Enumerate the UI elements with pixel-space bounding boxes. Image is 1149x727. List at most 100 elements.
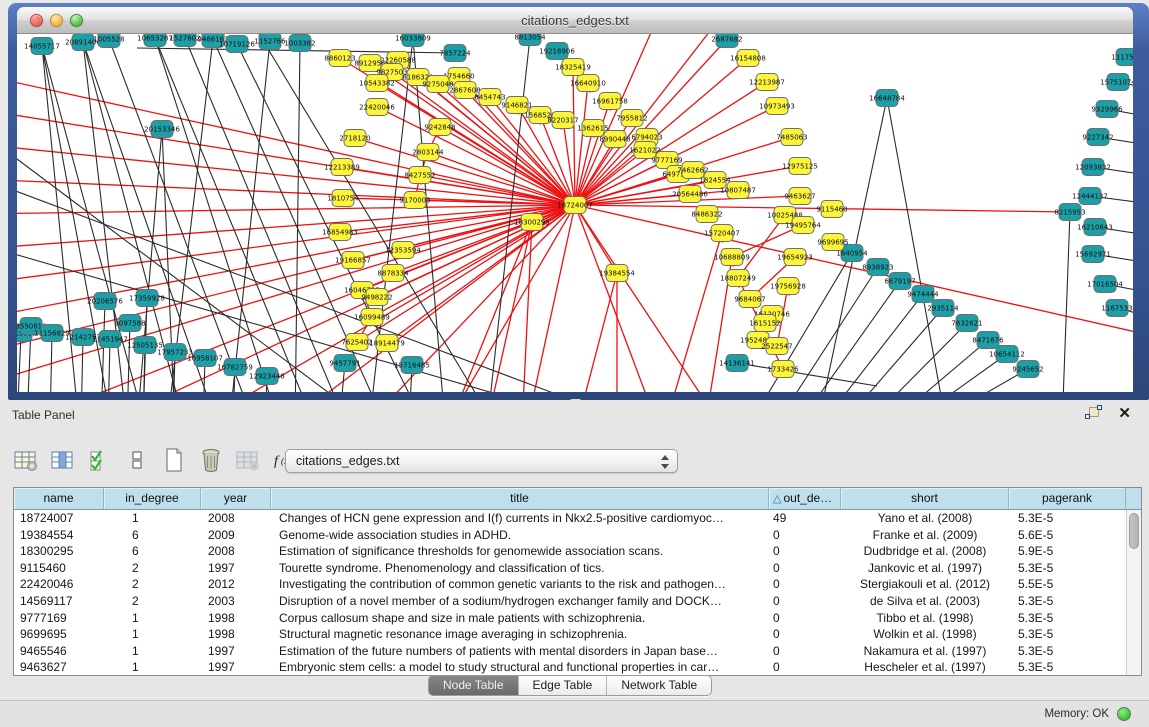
column-header-short[interactable]: short bbox=[841, 488, 1009, 509]
column-header-in_degree[interactable]: in_degree bbox=[104, 488, 201, 509]
network-canvas[interactable]: 1872400718300295140557172089140610055281… bbox=[17, 34, 1133, 392]
graph-node[interactable]: 9170003 bbox=[399, 192, 430, 209]
table-row[interactable]: 946554611997Estimation of the future num… bbox=[14, 643, 1141, 660]
graph-node[interactable]: 16210643 bbox=[1077, 219, 1113, 236]
graph-edge[interactable] bbox=[522, 222, 532, 392]
column-header-year[interactable]: year bbox=[201, 488, 271, 509]
table-selector-dropdown[interactable]: citations_edges.txt bbox=[285, 449, 678, 473]
column-header-pagerank[interactable]: pagerank bbox=[1009, 488, 1126, 509]
graph-node[interactable]: 14136141 bbox=[719, 355, 755, 372]
table-row[interactable]: 1938455462009Genome-wide association stu… bbox=[14, 527, 1141, 544]
graph-node[interactable]: 15751074 bbox=[1100, 74, 1133, 91]
delete-column-icon[interactable] bbox=[197, 446, 225, 474]
graph-node[interactable]: 8813054 bbox=[514, 34, 546, 46]
table-row[interactable]: 1830029562008Estimation of significance … bbox=[14, 543, 1141, 560]
graph-node[interactable]: 2935114 bbox=[927, 300, 959, 317]
graph-node[interactable]: 7632621 bbox=[951, 315, 982, 332]
table-row[interactable]: 2242004622012Investigating the contribut… bbox=[14, 576, 1141, 593]
graph-node[interactable]: 10653287 bbox=[137, 34, 173, 47]
graph-edge[interactable] bbox=[167, 39, 213, 392]
graph-node[interactable]: 15720407 bbox=[704, 225, 740, 242]
graph-node[interactable]: 9684067 bbox=[734, 291, 765, 308]
graph-node[interactable]: 16033809 bbox=[395, 34, 431, 47]
graph-node[interactable]: 16099489 bbox=[354, 309, 390, 326]
table-mode-icon[interactable] bbox=[12, 446, 40, 474]
graph-node[interactable]: 14055717 bbox=[24, 38, 60, 55]
graph-edge[interactable] bbox=[1062, 212, 1070, 392]
graph-edge[interactable] bbox=[527, 205, 575, 392]
graph-node[interactable]: 2522547 bbox=[761, 338, 792, 355]
graph-edge[interactable] bbox=[575, 205, 717, 392]
graph-node[interactable]: 19384554 bbox=[599, 265, 635, 282]
graph-node[interactable]: 12213389 bbox=[324, 159, 360, 176]
column-header-out_de[interactable]: △out_de… bbox=[769, 488, 841, 509]
graph-node[interactable]: 8938923 bbox=[862, 259, 893, 276]
graph-edge[interactable] bbox=[575, 205, 657, 392]
graph-node[interactable]: 16154808 bbox=[730, 50, 766, 67]
memory-status-icon[interactable] bbox=[1117, 707, 1131, 721]
graph-edge[interactable] bbox=[818, 294, 923, 392]
graph-node[interactable]: 1527602 bbox=[169, 34, 200, 47]
tab-network-table[interactable]: Network Table bbox=[607, 676, 711, 695]
graph-node[interactable]: 1117532 bbox=[1111, 49, 1133, 66]
graph-node[interactable]: 7485063 bbox=[776, 129, 807, 146]
graph-node[interactable]: 8990448 bbox=[599, 131, 630, 148]
graph-node[interactable]: 9329966 bbox=[1091, 101, 1123, 118]
graph-node[interactable]: 18325419 bbox=[555, 59, 591, 76]
graph-edge[interactable] bbox=[862, 323, 967, 392]
graph-node[interactable]: 1167533 bbox=[1101, 300, 1132, 317]
table-row[interactable]: 1872400712008Changes of HCN gene express… bbox=[14, 510, 1141, 527]
graph-node[interactable]: 19654923 bbox=[777, 249, 813, 266]
column-header-title[interactable]: title bbox=[271, 488, 769, 509]
graph-node[interactable]: 15716485 bbox=[394, 357, 430, 374]
graph-node[interactable]: 8215953 bbox=[1054, 204, 1085, 221]
graph-node[interactable]: 8860123 bbox=[324, 50, 355, 67]
table-row[interactable]: 946362711997Embryonic stem cells: a mode… bbox=[14, 659, 1141, 676]
scrollbar-thumb[interactable] bbox=[1129, 513, 1139, 549]
graph-node[interactable]: 8486322 bbox=[691, 206, 722, 223]
graph-node[interactable]: 17359928 bbox=[129, 290, 165, 307]
graph-edge[interactable] bbox=[573, 67, 575, 205]
graph-node[interactable]: 16648784 bbox=[869, 90, 905, 107]
graph-node[interactable]: 9498222 bbox=[361, 289, 392, 306]
graph-edge[interactable] bbox=[737, 363, 877, 386]
graph-node[interactable]: 7857224 bbox=[439, 45, 471, 62]
graph-node[interactable]: 19756928 bbox=[770, 278, 806, 295]
float-panel-icon[interactable] bbox=[1085, 406, 1103, 422]
graph-edge[interactable] bbox=[887, 98, 947, 392]
graph-node[interactable]: 2687682 bbox=[711, 34, 742, 48]
graph-edge[interactable] bbox=[185, 38, 347, 392]
table-row[interactable]: 1456911722003Disruption of a novel membe… bbox=[14, 593, 1141, 610]
graph-node[interactable]: 12213987 bbox=[749, 74, 785, 91]
graph-node[interactable]: 12093832 bbox=[1075, 159, 1111, 176]
graph-node[interactable]: 9115460 bbox=[816, 201, 847, 218]
table-row[interactable]: 911546021997Tourette syndrome. Phenomeno… bbox=[14, 560, 1141, 577]
graph-edge[interactable] bbox=[738, 215, 785, 278]
create-column-icon[interactable] bbox=[160, 446, 188, 474]
graph-node[interactable]: 2803144 bbox=[412, 144, 444, 161]
graph-node[interactable]: 2718120 bbox=[339, 130, 370, 147]
graph-node[interactable]: 18807249 bbox=[720, 270, 756, 287]
graph-node[interactable]: 12444137 bbox=[1072, 188, 1108, 205]
window-titlebar[interactable]: citations_edges.txt bbox=[17, 7, 1133, 34]
graph-node[interactable]: 9245652 bbox=[1012, 361, 1043, 378]
table-row[interactable]: 977716911998Corpus callosum shape and si… bbox=[14, 610, 1141, 627]
graph-node[interactable]: 7955812 bbox=[616, 110, 647, 127]
graph-node[interactable]: 1003382 bbox=[284, 35, 315, 52]
graph-node[interactable]: 1733426 bbox=[767, 361, 799, 378]
column-header-name[interactable]: name bbox=[14, 488, 104, 509]
graph-node[interactable]: 18914479 bbox=[369, 335, 405, 352]
graph-node[interactable]: 7625402 bbox=[341, 334, 372, 351]
graph-node[interactable]: 15692971 bbox=[1075, 246, 1111, 263]
graph-node[interactable]: 16640910 bbox=[570, 75, 606, 92]
graph-node[interactable]: 6679197 bbox=[884, 273, 915, 290]
unselect-all-icon[interactable] bbox=[123, 446, 151, 474]
graph-node[interactable]: 20153346 bbox=[144, 121, 180, 138]
graph-node[interactable]: 9699695 bbox=[817, 234, 848, 251]
show-column-icon[interactable] bbox=[49, 446, 77, 474]
graph-node[interactable]: 9242848 bbox=[424, 119, 455, 136]
graph-node[interactable]: 8427552 bbox=[404, 167, 435, 184]
tab-edge-table[interactable]: Edge Table bbox=[519, 676, 608, 695]
graph-edge[interactable] bbox=[17, 205, 575, 214]
graph-node[interactable]: 8220317 bbox=[547, 112, 578, 129]
